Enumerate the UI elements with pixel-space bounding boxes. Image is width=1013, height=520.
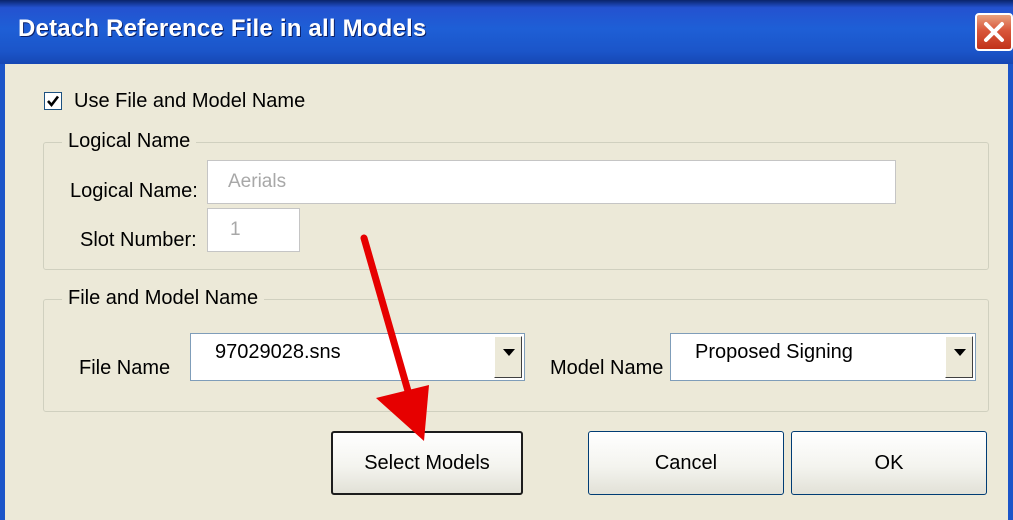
annotation-arrow xyxy=(360,234,429,441)
